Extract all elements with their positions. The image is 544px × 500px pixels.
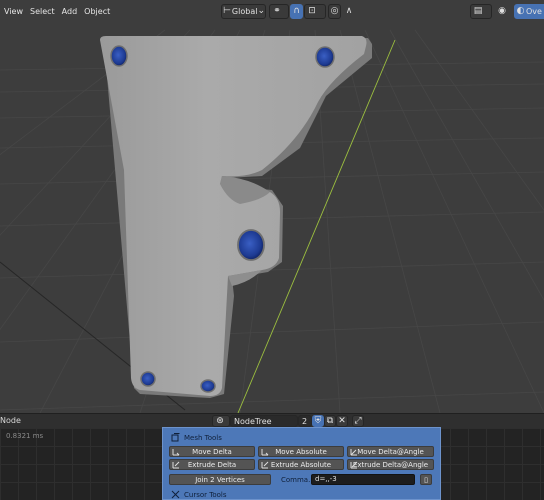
pin-button[interactable]: ⤢ xyxy=(352,415,364,427)
visibility-icon: ▤ xyxy=(473,6,483,16)
viewport-menu: View Select Add Object xyxy=(0,5,113,18)
node-editor-label: Node xyxy=(0,416,21,425)
menu-select[interactable]: Select xyxy=(26,5,58,18)
snap-toggle[interactable]: ∩ xyxy=(290,4,303,19)
overlays-icon: ◐ xyxy=(516,6,525,16)
mesh-object[interactable] xyxy=(100,36,372,398)
menu-add[interactable]: Add xyxy=(58,5,81,18)
eye-icon: ◉ xyxy=(498,6,506,16)
mesh-tools-panel: Mesh Tools Move Delta Move Absolute Move… xyxy=(162,427,441,500)
viewport-eye-dropdown[interactable]: ◉ xyxy=(494,4,510,19)
node-tree-type-dropdown[interactable]: ⊛ xyxy=(212,415,230,427)
3d-viewport[interactable]: View Select Add Object ⊢ Global ⌄ ⚭ ∩ ⊡ … xyxy=(0,0,544,413)
move-delta-label: Move Delta xyxy=(192,447,232,456)
extrude-absolute-button[interactable]: Extrude Absolute xyxy=(258,459,344,470)
extrude-delta-label: Extrude Delta xyxy=(187,460,237,469)
node-editor-header: Node ⊛ NodeTree 2 ⛨ ⧉ ✕ ⤢ xyxy=(0,413,544,428)
close-icon: ✕ xyxy=(338,415,346,426)
mesh-hole-bottom-right xyxy=(200,379,216,393)
extrude-absolute-label: Extrude Absolute xyxy=(270,460,332,469)
pin-icon: ⤢ xyxy=(354,415,362,426)
command-label: Comma... xyxy=(281,476,315,484)
extrude-delta-button[interactable]: Extrude Delta xyxy=(169,459,255,470)
falloff-curve-icon: ∧ xyxy=(345,6,353,16)
shield-icon: ⛨ xyxy=(314,415,322,426)
magnet-icon: ∩ xyxy=(293,6,300,16)
move-absolute-button[interactable]: Move Absolute xyxy=(258,446,344,457)
extrude-delta-angle-label: Extrude Delta@Angle xyxy=(352,460,429,469)
options-icon: ▯ xyxy=(424,475,428,484)
falloff-dropdown[interactable]: ∧ xyxy=(342,4,356,19)
mesh-hole-top-left xyxy=(110,45,128,67)
move-icon xyxy=(172,449,180,456)
extrude-icon xyxy=(172,461,180,469)
orientation-axes-icon: ⊢ xyxy=(223,6,231,16)
move-delta-angle-button[interactable]: Move Delta@Angle xyxy=(347,446,434,457)
transform-orientation-dropdown[interactable]: ⊢ Global ⌄ xyxy=(221,4,266,19)
extrude-icon xyxy=(261,461,269,469)
orientation-label: Global xyxy=(231,7,258,16)
snap-target-dropdown[interactable]: ⊡ xyxy=(304,4,326,19)
proportional-edit-icon: ◎ xyxy=(330,6,339,16)
timing-readout: 0.8321 ms xyxy=(6,432,44,440)
node-tree-name-field[interactable]: NodeTree xyxy=(230,415,298,427)
move-icon xyxy=(261,449,269,456)
join-vertices-button[interactable]: Join 2 Vertices xyxy=(169,474,271,485)
join-vertices-label: Join 2 Vertices xyxy=(195,475,245,484)
mesh-tools-title: Mesh Tools xyxy=(184,433,222,442)
overlays-button[interactable]: ◐ Ove xyxy=(514,4,544,19)
snap-increment-icon: ⊡ xyxy=(308,6,316,16)
menu-view[interactable]: View xyxy=(0,5,26,18)
cursor-tools-header[interactable]: Cursor Tools xyxy=(171,489,226,500)
pivot-point-dropdown[interactable]: ⚭ xyxy=(269,4,289,19)
viewport-scene[interactable] xyxy=(0,0,544,413)
duplicate-tree-button[interactable]: ⧉ xyxy=(324,415,336,427)
cursor-tools-icon xyxy=(171,490,180,499)
overlays-label: Ove xyxy=(526,7,542,16)
duplicate-icon: ⧉ xyxy=(326,415,334,426)
menu-object[interactable]: Object xyxy=(80,5,113,18)
node-tree-name: NodeTree xyxy=(234,416,272,426)
extrude-angle-icon xyxy=(350,461,358,469)
mesh-tools-icon xyxy=(171,433,180,442)
fake-user-toggle[interactable]: ⛨ xyxy=(312,415,324,427)
object-visibility-dropdown[interactable]: ▤ xyxy=(470,4,492,19)
node-tree-users[interactable]: 2 xyxy=(298,415,312,427)
proportional-edit-toggle[interactable]: ◎ xyxy=(328,4,341,19)
node-tree-user-count: 2 xyxy=(302,416,308,426)
move-angle-icon xyxy=(350,449,357,456)
node-tree-icon: ⊛ xyxy=(216,415,224,426)
mesh-hole-top-right xyxy=(315,46,335,68)
command-options-button[interactable]: ▯ xyxy=(420,474,432,485)
unlink-tree-button[interactable]: ✕ xyxy=(336,415,348,427)
chevron-down-icon: ⌄ xyxy=(257,6,265,16)
mesh-tools-header[interactable]: Mesh Tools xyxy=(171,432,222,443)
link-icon: ⚭ xyxy=(273,6,281,16)
move-delta-angle-label: Move Delta@Angle xyxy=(357,447,424,456)
extrude-delta-angle-button[interactable]: Extrude Delta@Angle xyxy=(347,459,434,470)
command-input[interactable]: d=,,-3 xyxy=(311,474,415,485)
move-absolute-label: Move Absolute xyxy=(275,447,327,456)
move-delta-button[interactable]: Move Delta xyxy=(169,446,255,457)
mesh-hole-bottom-left xyxy=(140,371,156,387)
mesh-hole-middle xyxy=(237,229,265,261)
cursor-tools-title: Cursor Tools xyxy=(184,490,227,499)
